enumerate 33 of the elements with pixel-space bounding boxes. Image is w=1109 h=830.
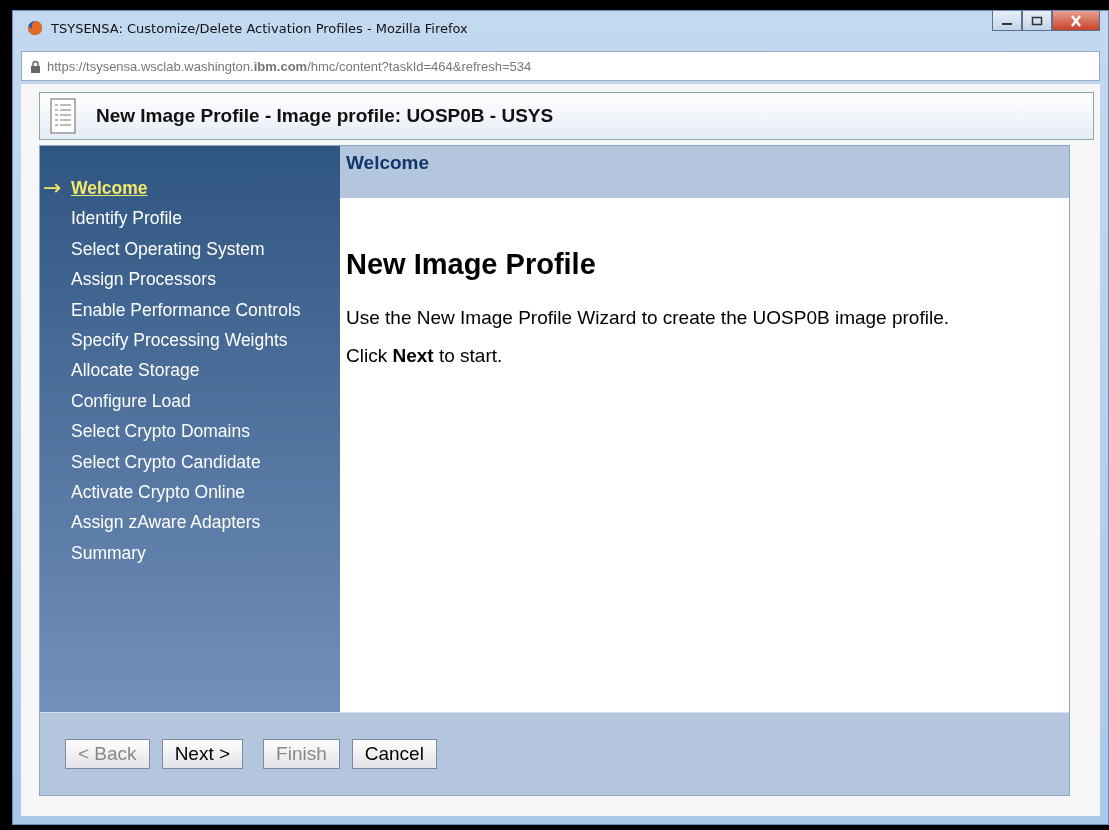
wizard-step-link[interactable]: Select Operating System bbox=[71, 238, 265, 259]
page-heading: New Image Profile bbox=[346, 248, 597, 281]
browser-logo-icon bbox=[27, 20, 43, 36]
wizard-button[interactable]: Cancel bbox=[351, 739, 437, 769]
wizard-step-link[interactable]: Allocate Storage bbox=[71, 360, 200, 381]
wizard-step-link[interactable]: Configure Load bbox=[71, 390, 191, 411]
current-step-arrow: → bbox=[43, 175, 62, 200]
close-icon bbox=[1069, 14, 1083, 27]
wizard-step-link[interactable]: Activate Crypto Online bbox=[71, 481, 246, 502]
minimize-icon bbox=[1002, 23, 1012, 25]
wizard-step-link[interactable]: Select Crypto Domains bbox=[71, 421, 250, 442]
minimize-button[interactable] bbox=[992, 11, 1022, 31]
url-text: https://tsysensa.wsclab.washington.ibm.com/hmc/content?taskId=464&refresh=534 bbox=[47, 58, 532, 74]
maximize-button[interactable] bbox=[1022, 11, 1052, 31]
wizard-step-link[interactable]: Assign zAware Adapters bbox=[71, 512, 261, 533]
instruction-text: Use the New Image Profile Wizard to create the UOSP0B image profile. bbox=[346, 307, 950, 329]
instruction-text: Click Next to start. bbox=[346, 345, 504, 367]
wizard-step-link[interactable]: Enable Performance Controls bbox=[71, 299, 301, 320]
wizard-step-link[interactable]: Identify Profile bbox=[71, 208, 182, 229]
page-title-bar: Welcome bbox=[340, 146, 1069, 198]
wizard-step-link[interactable]: Assign Processors bbox=[71, 269, 216, 290]
document-icon bbox=[50, 98, 76, 134]
window-title: TSYSENSA: Customize/Delete Activation Profiles - Mozilla Firefox bbox=[51, 20, 468, 36]
close-button[interactable] bbox=[1052, 11, 1100, 31]
wizard-step-link[interactable]: Welcome bbox=[71, 178, 148, 198]
lock-icon bbox=[30, 59, 41, 73]
maximize-icon bbox=[1031, 15, 1043, 26]
address-bar[interactable]: https://tsysensa.wsclab.washington.ibm.com/hmc/content?taskId=464&refresh=534 bbox=[21, 51, 1100, 81]
wizard-button[interactable]: Next > bbox=[161, 739, 244, 769]
wizard-step-link[interactable]: Specify Processing Weights bbox=[71, 329, 288, 350]
wizard-step-link[interactable]: Select Crypto Candidate bbox=[71, 451, 261, 472]
header-title: New Image Profile - Image profile: UOSP0B - USYS bbox=[96, 105, 554, 127]
wizard-step-link[interactable]: Summary bbox=[71, 542, 146, 563]
